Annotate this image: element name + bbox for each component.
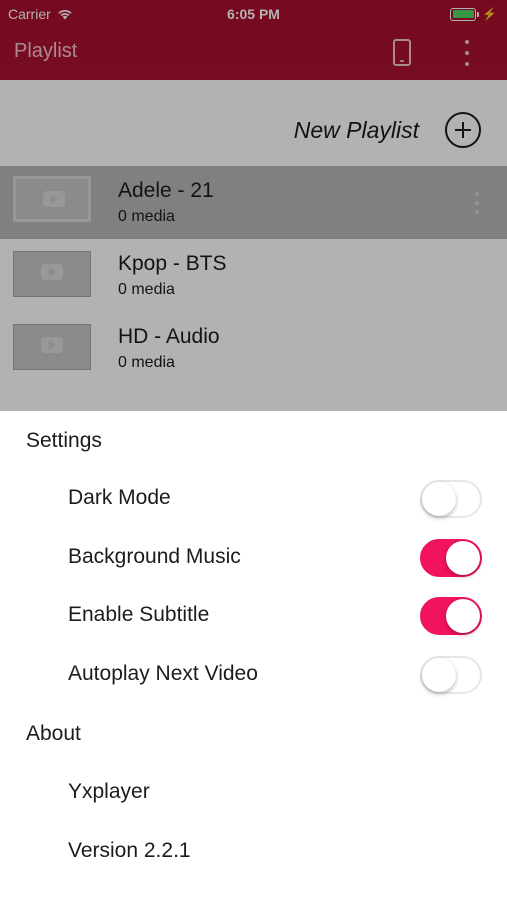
settings-section-title: Settings <box>26 429 102 452</box>
dark-mode-toggle[interactable] <box>420 480 482 518</box>
autoplay-toggle[interactable] <box>420 656 482 694</box>
playlist-screen: Carrier 6:05 PM ⚡ Playlist New Playlist … <box>0 0 507 411</box>
setting-label: Background Music <box>68 545 241 568</box>
about-label: Yxplayer <box>68 780 150 803</box>
about-version[interactable]: Version 2.2.1 <box>0 823 507 882</box>
setting-label: Dark Mode <box>68 486 171 509</box>
settings-sheet: Settings Dark Mode Background Music Enab… <box>0 411 507 900</box>
setting-background-music[interactable]: Background Music <box>0 529 507 588</box>
about-label: Version 2.2.1 <box>68 839 191 862</box>
about-app-name[interactable]: Yxplayer <box>0 764 507 823</box>
setting-label: Enable Subtitle <box>68 603 210 626</box>
setting-autoplay-next[interactable]: Autoplay Next Video <box>0 646 507 705</box>
about-section-title: About <box>26 722 81 745</box>
setting-label: Autoplay Next Video <box>68 662 258 685</box>
subtitle-toggle[interactable] <box>420 597 482 635</box>
dim-overlay[interactable] <box>0 0 507 411</box>
setting-dark-mode[interactable]: Dark Mode <box>0 470 507 529</box>
setting-enable-subtitle[interactable]: Enable Subtitle <box>0 587 507 646</box>
background-music-toggle[interactable] <box>420 539 482 577</box>
